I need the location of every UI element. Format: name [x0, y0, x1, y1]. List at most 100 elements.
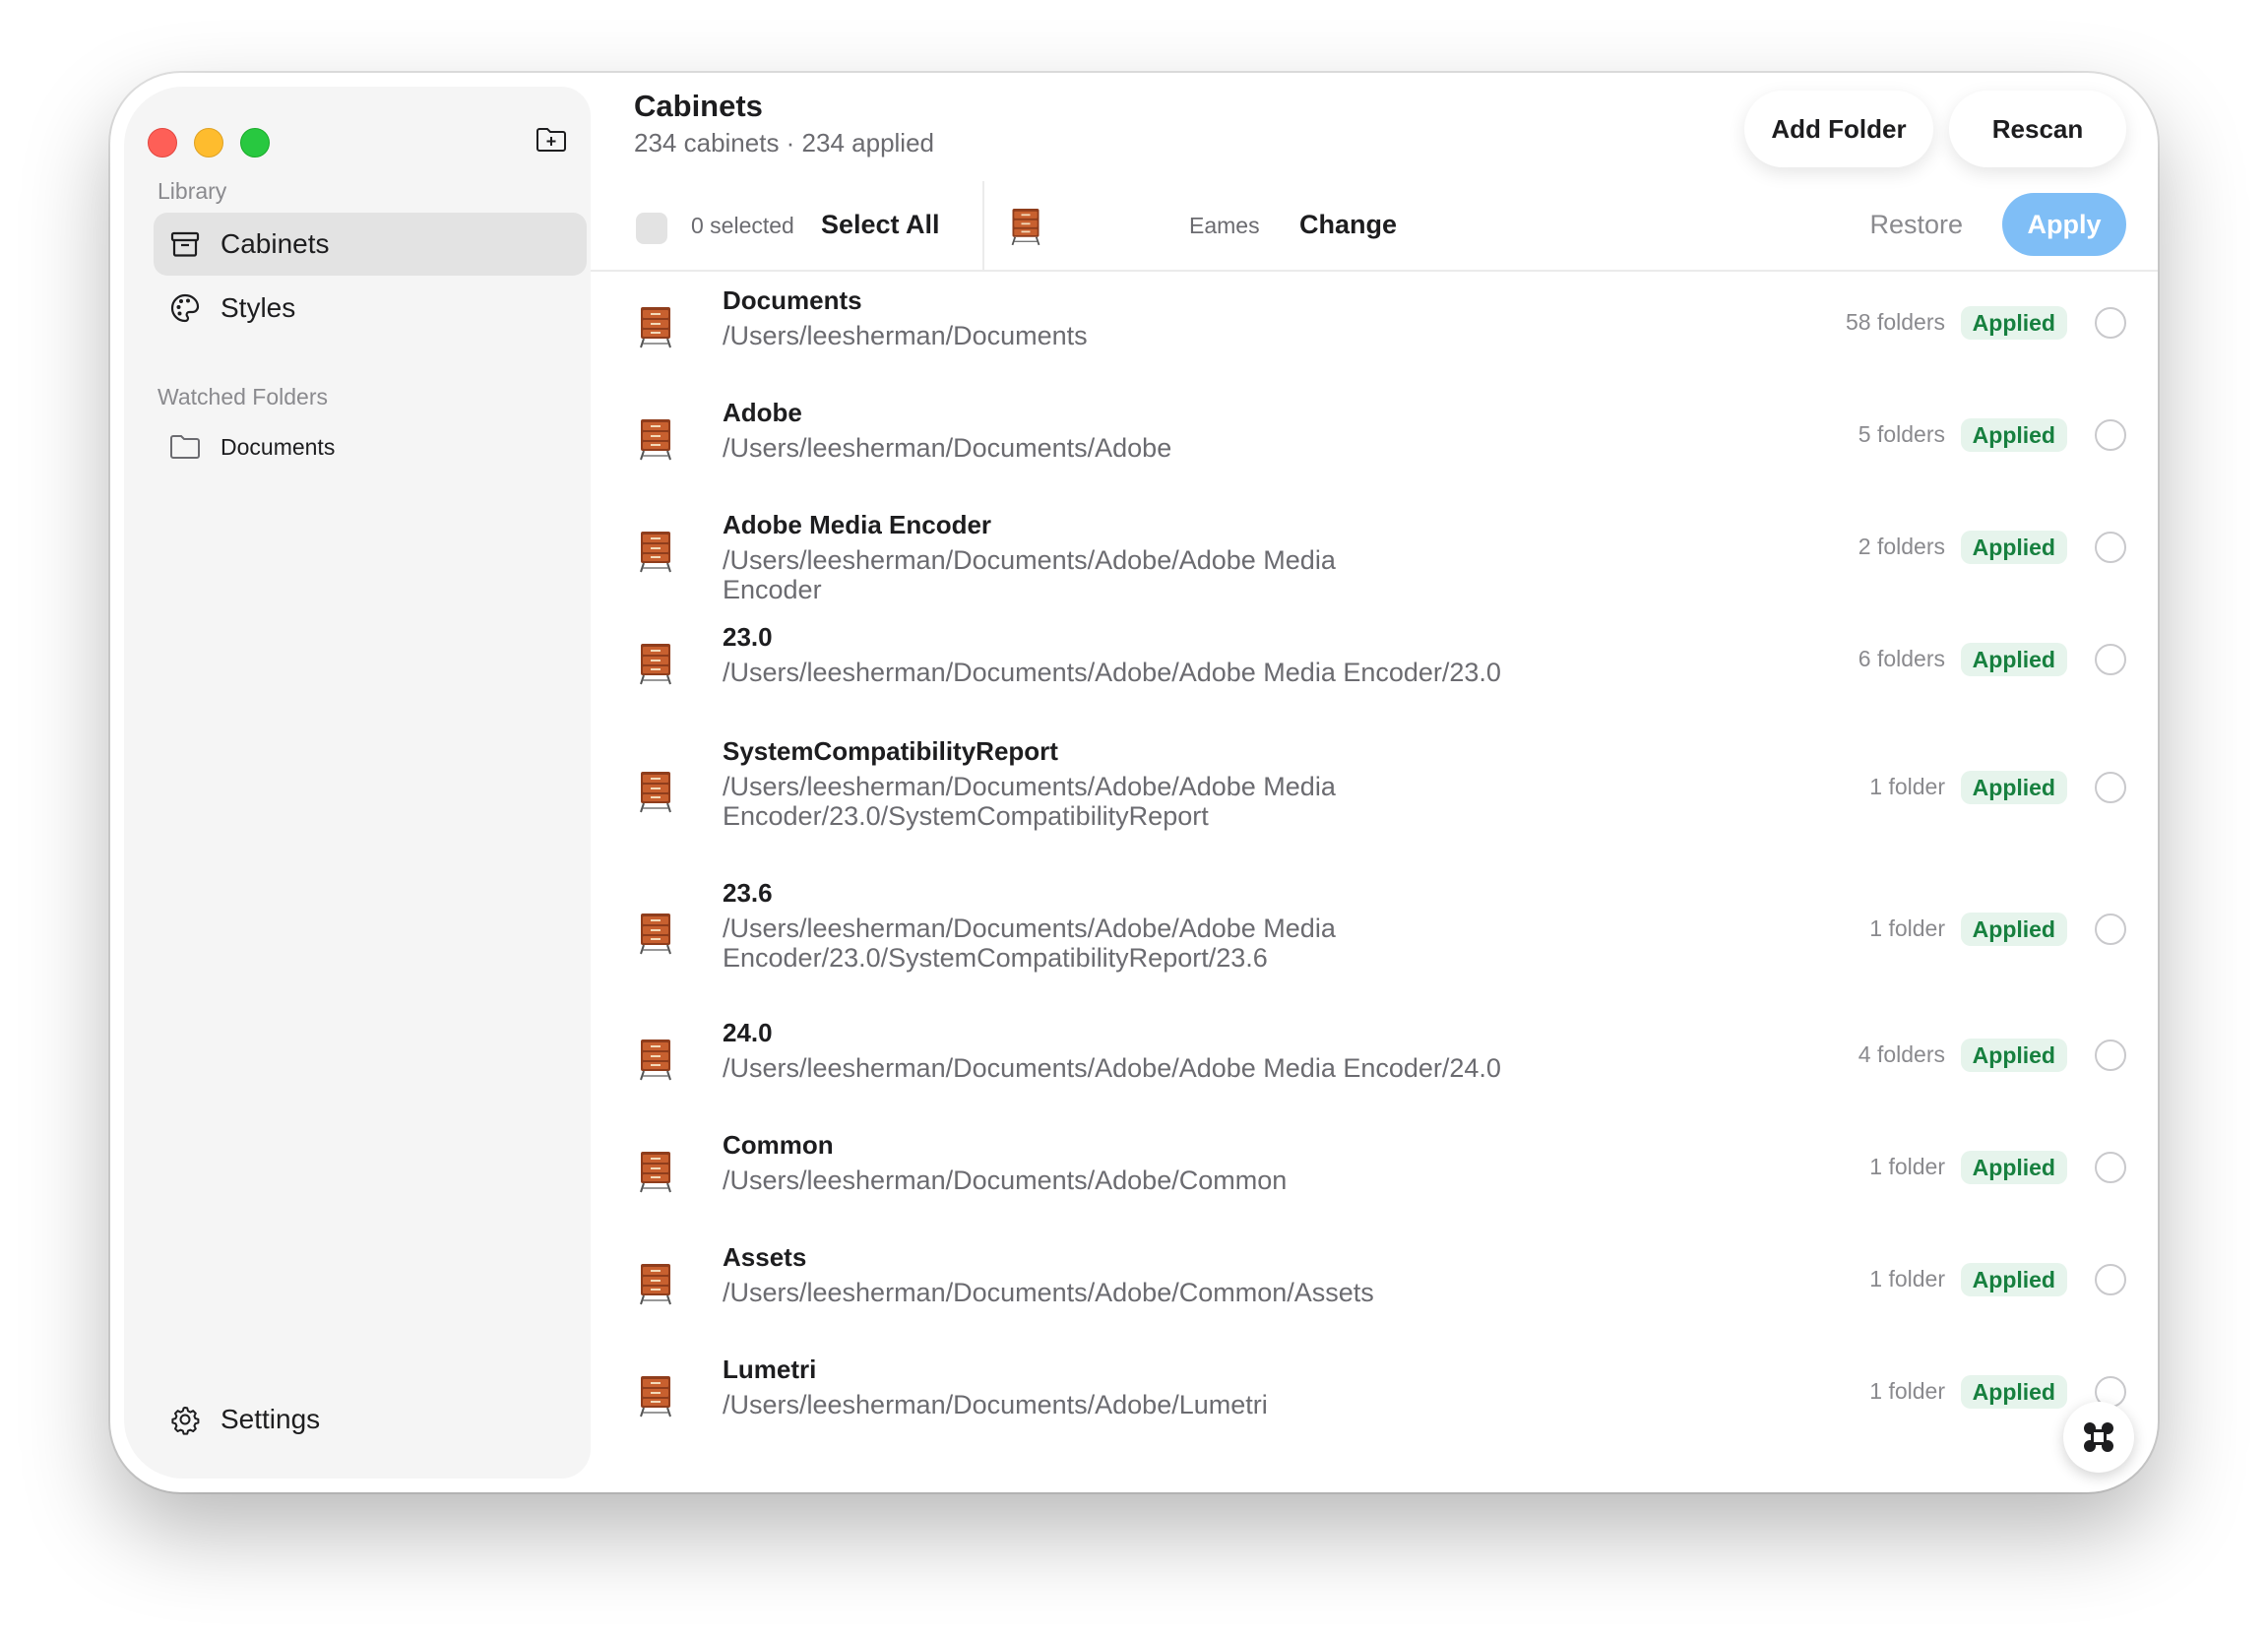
watched-folders-label: Watched Folders: [158, 384, 328, 410]
folder-count: 1 folder: [1869, 1378, 1945, 1404]
cabinet-path: /Users/leesherman/Documents: [723, 321, 1088, 350]
cabinet-name: 23.0: [723, 622, 773, 652]
library-section-label: Library: [158, 178, 227, 204]
rescan-button[interactable]: Rescan: [1949, 91, 2126, 167]
folder-count: 1 folder: [1869, 774, 1945, 799]
row-select-radio[interactable]: [2095, 1264, 2126, 1295]
settings-button[interactable]: Settings: [154, 1388, 587, 1451]
restore-button[interactable]: Restore: [1869, 210, 1963, 240]
sidebar-item-label: Cabinets: [220, 228, 330, 259]
cabinet-icon: [636, 305, 675, 348]
list-item[interactable]: Assets /Users/leesherman/Documents/Adobe…: [591, 1228, 2158, 1341]
selection-toolbar: 0 selected Select All Eames Change Resto…: [591, 181, 2158, 272]
folder-count: 2 folders: [1858, 534, 1945, 559]
command-key-icon: [2084, 1422, 2113, 1452]
window-controls: [148, 128, 270, 158]
cabinet-icon: [636, 530, 675, 573]
select-all-button[interactable]: Select All: [821, 210, 940, 240]
cabinet-name: SystemCompatibilityReport: [723, 736, 1058, 766]
cabinet-path: /Users/leesherman/Documents/Adobe/Adobe …: [723, 772, 1336, 831]
cabinet-name: 23.6: [723, 878, 773, 908]
cabinet-path: /Users/leesherman/Documents/Adobe/Common: [723, 1166, 1288, 1195]
row-select-radio[interactable]: [2095, 1152, 2126, 1183]
status-badge: Applied: [1960, 531, 2067, 564]
list-item[interactable]: 24.0 /Users/leesherman/Documents/Adobe/A…: [591, 1004, 2158, 1116]
row-select-radio[interactable]: [2095, 532, 2126, 563]
style-name: Eames: [1189, 213, 1260, 238]
archive-box-icon: [167, 226, 203, 262]
cabinet-icon: [636, 1038, 675, 1081]
folder-icon: [167, 429, 203, 465]
list-item[interactable]: 23.0 /Users/leesherman/Documents/Adobe/A…: [591, 608, 2158, 721]
cabinet-style-icon: [1008, 207, 1043, 246]
cabinet-icon: [636, 912, 675, 955]
list-item[interactable]: Adobe Media Encoder /Users/leesherman/Do…: [591, 496, 2158, 608]
gear-icon: [167, 1402, 203, 1437]
cabinet-icon: [636, 1374, 675, 1418]
status-badge: Applied: [1960, 1375, 2067, 1409]
folder-count: 4 folders: [1858, 1041, 1945, 1067]
sidebar-item-styles[interactable]: Styles: [154, 277, 587, 340]
toolbar-divider: [982, 181, 984, 270]
status-badge: Applied: [1960, 771, 2067, 804]
folder-count: 5 folders: [1858, 421, 1945, 447]
cabinet-name: Documents: [723, 285, 862, 315]
cabinet-path: /Users/leesherman/Documents/Adobe/Adobe …: [723, 1053, 1501, 1083]
list-item[interactable]: Documents /Users/leesherman/Documents 58…: [591, 272, 2158, 384]
list-item[interactable]: Adobe /Users/leesherman/Documents/Adobe …: [591, 384, 2158, 496]
row-select-radio[interactable]: [2095, 914, 2126, 945]
close-window-button[interactable]: [148, 128, 177, 158]
cabinet-icon: [636, 1262, 675, 1305]
folder-count: 6 folders: [1858, 646, 1945, 671]
floating-action-button[interactable]: [2063, 1402, 2134, 1473]
row-select-radio[interactable]: [2095, 419, 2126, 451]
status-badge: Applied: [1960, 418, 2067, 452]
cabinet-path: /Users/leesherman/Documents/Adobe/Adobe …: [723, 658, 1501, 687]
status-badge: Applied: [1960, 913, 2067, 946]
page-title: Cabinets: [634, 89, 763, 123]
row-select-radio[interactable]: [2095, 307, 2126, 339]
settings-label: Settings: [220, 1404, 321, 1434]
page-subtitle: 234 cabinets · 234 applied: [634, 128, 935, 158]
watched-folder-documents[interactable]: Documents: [154, 415, 587, 478]
list-item[interactable]: Lumetri /Users/leesherman/Documents/Adob…: [591, 1341, 2158, 1453]
list-item[interactable]: 23.6 /Users/leesherman/Documents/Adobe/A…: [591, 862, 2158, 1004]
apply-button[interactable]: Apply: [2002, 193, 2126, 256]
status-badge: Applied: [1960, 1151, 2067, 1184]
row-select-radio[interactable]: [2095, 644, 2126, 675]
cabinet-path: /Users/leesherman/Documents/Adobe: [723, 433, 1172, 463]
cabinet-path: /Users/leesherman/Documents/Adobe/Adobe …: [723, 914, 1336, 973]
folder-count: 1 folder: [1869, 915, 1945, 941]
cabinet-path: /Users/leesherman/Documents/Adobe/Lumetr…: [723, 1390, 1268, 1419]
sidebar-item-cabinets[interactable]: Cabinets: [154, 213, 587, 276]
add-folder-button[interactable]: Add Folder: [1744, 91, 1933, 167]
change-style-button[interactable]: Change: [1299, 210, 1397, 240]
folder-count: 1 folder: [1869, 1266, 1945, 1292]
main-panel: Cabinets 234 cabinets · 234 applied Add …: [591, 73, 2158, 1492]
folder-count: 58 folders: [1845, 309, 1945, 335]
zoom-window-button[interactable]: [240, 128, 270, 158]
minimize-window-button[interactable]: [194, 128, 223, 158]
status-badge: Applied: [1960, 643, 2067, 676]
status-badge: Applied: [1960, 1263, 2067, 1296]
select-all-checkbox[interactable]: [636, 213, 667, 244]
status-badge: Applied: [1960, 306, 2067, 340]
cabinet-icon: [636, 417, 675, 461]
cabinet-name: Common: [723, 1130, 834, 1160]
cabinet-path: /Users/leesherman/Documents/Adobe/Adobe …: [723, 545, 1336, 604]
watched-folder-label: Documents: [220, 433, 336, 460]
sidebar-item-label: Styles: [220, 292, 296, 323]
list-item[interactable]: Common /Users/leesherman/Documents/Adobe…: [591, 1116, 2158, 1228]
app-window: Library Cabinets Styles Watched Folders …: [110, 73, 2158, 1492]
folder-count: 1 folder: [1869, 1154, 1945, 1179]
cabinet-icon: [636, 1150, 675, 1193]
new-folder-button[interactable]: [532, 122, 571, 158]
list-item[interactable]: SystemCompatibilityReport /Users/leesher…: [591, 721, 2158, 862]
cabinet-name: Adobe Media Encoder: [723, 510, 992, 539]
row-select-radio[interactable]: [2095, 1040, 2126, 1071]
cabinet-icon: [636, 642, 675, 685]
cabinet-name: Lumetri: [723, 1354, 817, 1384]
row-select-radio[interactable]: [2095, 772, 2126, 803]
cabinet-name: Adobe: [723, 398, 802, 427]
cabinet-path: /Users/leesherman/Documents/Adobe/Common…: [723, 1278, 1374, 1307]
